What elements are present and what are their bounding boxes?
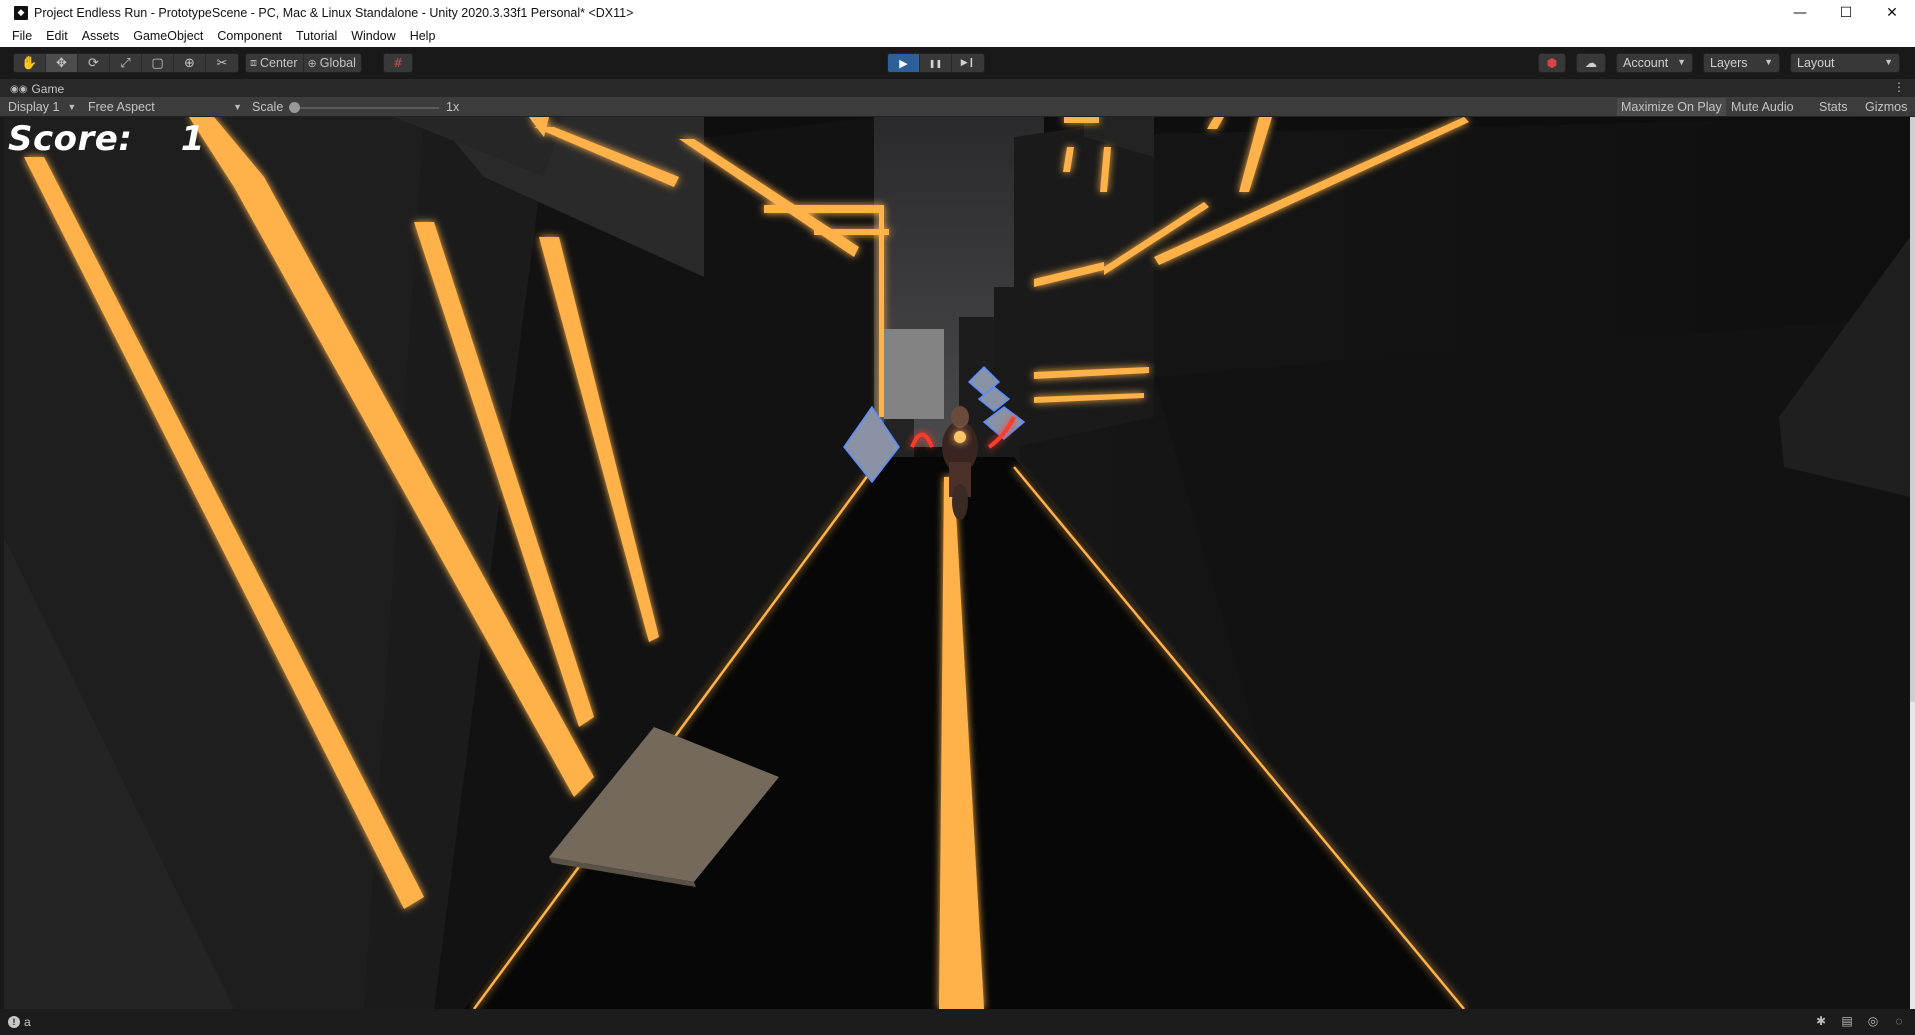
- play-controls: ▶ ❚❚ ▶❙: [887, 53, 985, 73]
- account-label: Account: [1623, 56, 1669, 70]
- mute-audio-toggle[interactable]: Mute Audio: [1727, 98, 1798, 116]
- cache-server-icon[interactable]: ▤: [1839, 1014, 1855, 1030]
- menu-assets[interactable]: Assets: [82, 29, 120, 43]
- chevron-down-icon: ▼: [67, 102, 77, 112]
- game-view-toolbar: Display 1 ▼ Free Aspect ▼ Scale 1x Maxim…: [0, 97, 1915, 117]
- layout-label: Layout: [1797, 56, 1835, 70]
- console-status[interactable]: ! a: [8, 1015, 31, 1029]
- cloud-icon: ☁: [1585, 56, 1597, 70]
- unity-icon: ◆: [14, 5, 28, 20]
- bug-icon[interactable]: ✱: [1813, 1014, 1829, 1030]
- more-options-icon[interactable]: ⋮: [1893, 80, 1905, 94]
- collab-button[interactable]: ⬢: [1538, 53, 1566, 73]
- right-scrollbar[interactable]: [1910, 117, 1915, 1009]
- play-icon: ▶: [899, 56, 908, 70]
- scale-tool-icon[interactable]: ⤢: [110, 54, 142, 72]
- window-title-bar: ◆ Project Endless Run - PrototypeScene -…: [0, 0, 1915, 25]
- window-title: Project Endless Run - PrototypeScene - P…: [34, 5, 634, 20]
- game-tab-header: ◉◉ Game ⋮: [0, 79, 1915, 97]
- rotate-tool-icon[interactable]: ⟳: [78, 54, 110, 72]
- scale-slider-thumb[interactable]: [289, 102, 300, 113]
- chevron-down-icon: ▼: [1884, 57, 1893, 67]
- game-scene-render: [4, 117, 1910, 1009]
- menu-gameobject[interactable]: GameObject: [133, 29, 203, 43]
- globe-icon: ⊕: [307, 57, 317, 70]
- lighting-icon[interactable]: ◎: [1865, 1014, 1881, 1030]
- pivot-center-toggle[interactable]: ⧈ Center: [246, 54, 304, 72]
- display-dropdown[interactable]: Display 1 ▼: [8, 99, 76, 115]
- pivot-center-label: Center: [260, 56, 298, 70]
- maximize-button[interactable]: ☐: [1823, 0, 1869, 25]
- center-icon: ⧈: [250, 56, 257, 69]
- status-icons: ✱ ▤ ◎ ◌: [1803, 1014, 1907, 1030]
- status-bar: ! a ✱ ▤ ◎ ◌: [0, 1009, 1915, 1035]
- play-button[interactable]: ▶: [888, 54, 920, 72]
- main-toolbar: ✋ ✥ ⟳ ⤢ ▢ ⊕ ✂ ⧈ Center ⊕ Global # ▶ ❚❚ ▶…: [0, 47, 1915, 79]
- pivot-global-label: Global: [319, 56, 356, 70]
- pause-button[interactable]: ❚❚: [920, 54, 952, 72]
- transform-tools: ✋ ✥ ⟳ ⤢ ▢ ⊕ ✂: [13, 53, 239, 73]
- chevron-down-icon: ▼: [233, 102, 242, 112]
- score-display: Score: 1: [8, 119, 205, 159]
- chevron-down-icon: ▼: [1677, 57, 1686, 67]
- score-label: Score:: [8, 119, 133, 159]
- step-icon: ▶❙: [960, 58, 976, 68]
- maximize-on-play-toggle[interactable]: Maximize On Play: [1617, 98, 1726, 116]
- hand-tool-icon[interactable]: ✋: [14, 54, 46, 72]
- step-button[interactable]: ▶❙: [952, 54, 984, 72]
- aspect-dropdown[interactable]: Free Aspect ▼: [88, 99, 242, 115]
- scale-label: Scale: [252, 100, 284, 114]
- grid-snap-button[interactable]: #: [383, 53, 413, 73]
- info-icon: !: [8, 1016, 20, 1028]
- chevron-down-icon: ▼: [1764, 57, 1773, 67]
- menu-file[interactable]: File: [12, 29, 32, 43]
- window-controls: — ☐ ✕: [1777, 0, 1915, 25]
- menu-help[interactable]: Help: [410, 29, 436, 43]
- game-view-viewport[interactable]: Score: 1: [4, 117, 1910, 1009]
- menu-component[interactable]: Component: [217, 29, 282, 43]
- menu-bar: File Edit Assets GameObject Component Tu…: [0, 25, 1915, 47]
- gizmos-dropdown[interactable]: Gizmos ▼: [1841, 98, 1915, 116]
- transform-tool-icon[interactable]: ⊕: [174, 54, 206, 72]
- scale-slider-track[interactable]: [294, 107, 439, 109]
- layers-label: Layers: [1710, 56, 1748, 70]
- account-dropdown[interactable]: Account ▼: [1616, 53, 1693, 73]
- minimize-button[interactable]: —: [1777, 0, 1823, 25]
- menu-tutorial[interactable]: Tutorial: [296, 29, 337, 43]
- score-value: 1: [180, 119, 205, 159]
- display-label: Display 1: [8, 100, 60, 114]
- tab-game-label: Game: [31, 82, 65, 96]
- close-button[interactable]: ✕: [1869, 0, 1915, 25]
- move-tool-icon[interactable]: ✥: [46, 54, 78, 72]
- pivot-toggles: ⧈ Center ⊕ Global: [245, 53, 362, 73]
- tab-game[interactable]: ◉◉ Game: [10, 81, 64, 97]
- status-message: a: [24, 1015, 31, 1029]
- menu-window[interactable]: Window: [351, 29, 395, 43]
- menu-edit[interactable]: Edit: [46, 29, 68, 43]
- check-icon[interactable]: ◌: [1891, 1014, 1907, 1030]
- aspect-label: Free Aspect: [88, 100, 155, 114]
- scale-value: 1x: [446, 100, 460, 114]
- layout-dropdown[interactable]: Layout ▼: [1790, 53, 1900, 73]
- cloud-button[interactable]: ☁: [1576, 53, 1606, 73]
- rect-tool-icon[interactable]: ▢: [142, 54, 174, 72]
- gizmos-label: Gizmos: [1865, 100, 1908, 114]
- gamepad-icon: ◉◉: [10, 83, 28, 95]
- pause-icon: ❚❚: [928, 58, 943, 68]
- custom-tool-icon[interactable]: ✂: [206, 54, 238, 72]
- collab-icon: ⬢: [1546, 56, 1558, 70]
- pivot-global-toggle[interactable]: ⊕ Global: [304, 54, 361, 72]
- grid-snap-icon: #: [392, 56, 404, 70]
- scrollbar-thumb[interactable]: [1910, 117, 1915, 702]
- layers-dropdown[interactable]: Layers ▼: [1703, 53, 1780, 73]
